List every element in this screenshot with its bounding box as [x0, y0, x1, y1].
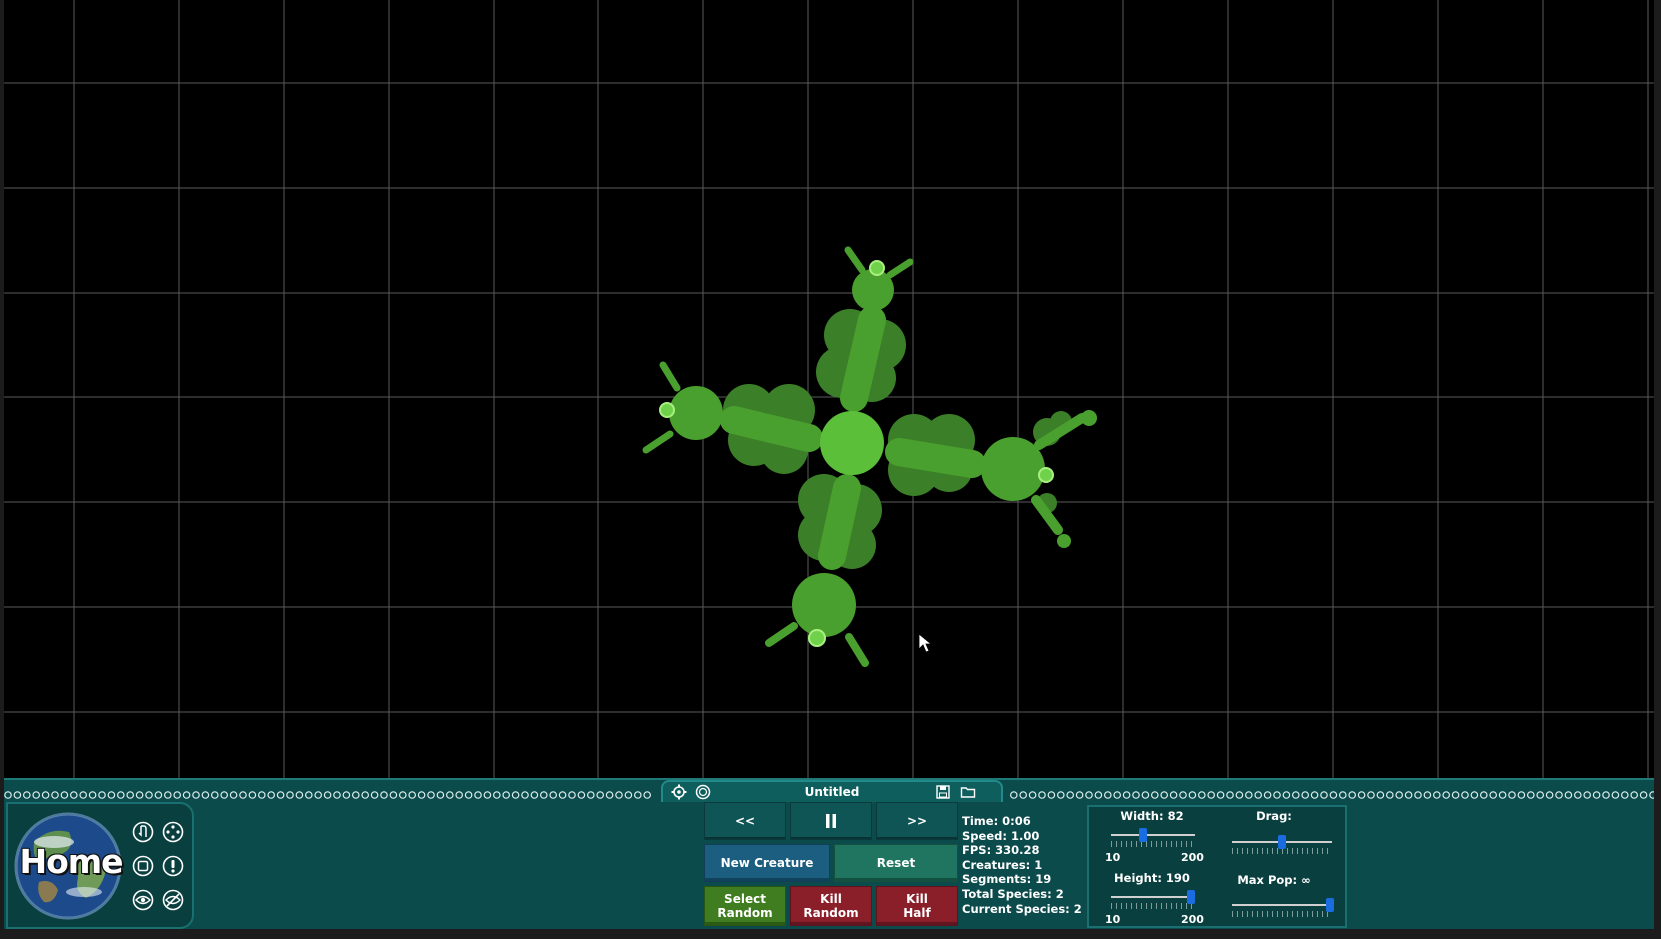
stat-creatures: Creatures: 1 — [962, 857, 1043, 872]
move-tool-icon[interactable] — [162, 821, 184, 843]
stat-segments: Segments: 19 — [962, 872, 1052, 887]
height-max: 200 — [1181, 913, 1204, 926]
stat-fps: FPS: 330.28 — [962, 843, 1040, 858]
alert-tool-icon[interactable] — [162, 855, 184, 877]
save-icon[interactable] — [935, 784, 951, 800]
max-pop-slider[interactable] — [1232, 898, 1334, 918]
kill-half-label: Kill Half — [903, 892, 931, 920]
control-panel: Untitled Home << >> New Creature Reset S… — [4, 778, 1654, 929]
stat-current-species: Current Species: 2 — [962, 901, 1082, 916]
home-label: Home — [19, 842, 123, 881]
pause-button[interactable] — [790, 802, 872, 840]
rewind-button[interactable]: << — [704, 802, 786, 840]
mouse-cursor-icon — [918, 633, 933, 653]
fast-forward-button[interactable]: >> — [876, 802, 958, 840]
width-max: 200 — [1181, 851, 1204, 864]
width-label: Width: 82 — [1120, 809, 1184, 823]
kill-half-button[interactable]: Kill Half — [876, 886, 958, 926]
select-random-button[interactable]: Select Random — [704, 886, 786, 926]
home-panel: Home — [6, 802, 194, 929]
drag-slider[interactable] — [1232, 835, 1332, 855]
reset-button[interactable]: Reset — [834, 844, 958, 882]
eye-icon[interactable] — [132, 889, 154, 911]
new-creature-button[interactable]: New Creature — [704, 844, 830, 882]
kill-random-label: Kill Random — [803, 892, 859, 920]
creature-core — [820, 411, 884, 475]
simulation-canvas[interactable] — [4, 0, 1654, 780]
width-slider[interactable] — [1111, 828, 1195, 848]
height-slider-thumb[interactable] — [1186, 890, 1195, 904]
simulation-viewport[interactable] — [4, 0, 1654, 780]
width-min: 10 — [1105, 851, 1121, 864]
eye-off-icon[interactable] — [162, 889, 184, 911]
stat-speed: Speed: 1.00 — [962, 828, 1040, 843]
drag-slider-thumb[interactable] — [1278, 835, 1286, 849]
stat-time: Time: 0:06 — [962, 814, 1031, 828]
pause-icon — [826, 814, 836, 828]
creature[interactable] — [642, 246, 1097, 667]
max-pop-slider-thumb[interactable] — [1326, 898, 1334, 912]
world-settings-panel: Width: 82 10 200 Drag: Height: 190 10 20… — [1087, 805, 1347, 928]
max-pop-label: Max Pop: ∞ — [1237, 873, 1311, 887]
select-random-label: Select Random — [717, 892, 773, 920]
kill-random-button[interactable]: Kill Random — [790, 886, 872, 926]
wall-tool-icon[interactable] — [132, 855, 154, 877]
folder-open-icon[interactable] — [960, 784, 976, 800]
simulation-stats: Time: 0:06 Speed: 1.00 FPS: 330.28 Creat… — [962, 814, 1082, 916]
file-title-bar: Untitled — [661, 780, 1003, 802]
height-slider[interactable] — [1111, 890, 1195, 910]
height-label: Height: 190 — [1114, 871, 1190, 885]
stat-total-species: Total Species: 2 — [962, 886, 1064, 901]
width-slider-thumb[interactable] — [1138, 828, 1147, 842]
creature-arm-left — [642, 361, 823, 474]
drag-label: Drag: — [1256, 809, 1292, 823]
height-min: 10 — [1105, 913, 1121, 926]
drag-tool-icon[interactable] — [132, 821, 154, 843]
creature-arm-right — [885, 410, 1097, 548]
creature-arm-top — [816, 246, 914, 412]
